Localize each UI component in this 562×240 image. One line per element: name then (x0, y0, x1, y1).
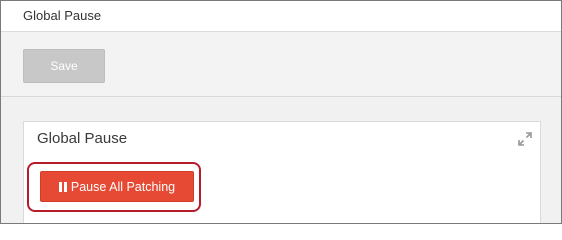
highlight-outline: Pause All Patching (27, 162, 201, 212)
app-frame: Global Pause Save Global Pause Pause All… (0, 0, 562, 224)
expand-icon[interactable] (518, 132, 532, 146)
save-button[interactable]: Save (23, 49, 105, 83)
panel-title: Global Pause (37, 130, 128, 147)
pause-button-label: Pause All Patching (70, 179, 176, 194)
page-title: Global Pause (23, 8, 102, 23)
page-header: Global Pause (1, 1, 561, 32)
pause-icon (58, 181, 67, 192)
global-pause-panel: Global Pause Pause All Patching (23, 121, 541, 223)
toolbar: Save (1, 32, 561, 97)
pause-all-patching-button[interactable]: Pause All Patching (40, 171, 194, 202)
